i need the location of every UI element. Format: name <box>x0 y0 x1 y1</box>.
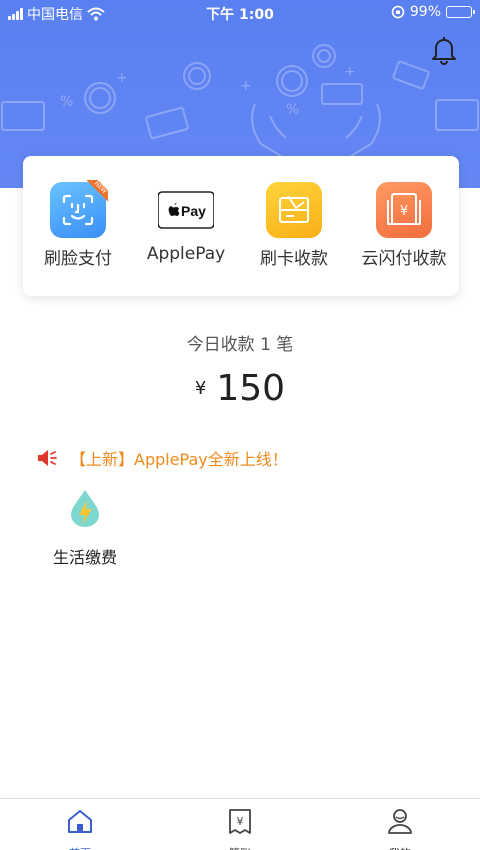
currency-symbol: ¥ <box>194 378 207 399</box>
svg-text:¥: ¥ <box>237 815 244 828</box>
today-receipts-label: 今日收款 1 笔 <box>186 335 294 355</box>
amount-value: 150 <box>216 368 286 409</box>
svg-text:%: % <box>60 94 73 110</box>
bell-icon[interactable] <box>430 34 458 66</box>
tab-profile[interactable]: 我的 <box>360 807 440 850</box>
ledger-icon: ¥ <box>229 809 251 834</box>
card-swipe-icon <box>266 182 322 238</box>
tab-ledger-label: 管账 <box>200 845 280 850</box>
svg-text:+: + <box>116 70 128 86</box>
utility-bill-label: 生活缴费 <box>52 548 117 567</box>
announcement-text: 【上新】ApplePay全新上线！ <box>70 450 288 469</box>
orientation-lock-icon <box>391 5 405 19</box>
apple-pay-icon: Pay <box>157 182 215 238</box>
apple-pay-button[interactable]: Pay ApplePay <box>131 182 241 282</box>
svg-text:¥: ¥ <box>400 204 408 219</box>
yun-flash-pay-icon: ¥ <box>376 182 432 238</box>
tab-home[interactable]: 首页 <box>40 807 120 850</box>
profile-icon <box>388 809 412 834</box>
utility-bill-button[interactable]: 生活缴费 <box>40 488 130 568</box>
tab-home-label: 首页 <box>40 845 120 850</box>
new-badge: NEW <box>82 180 108 206</box>
bottom-tab-bar: 首页 ¥ 管账 我的 <box>0 798 480 850</box>
battery-percent: 99% <box>409 4 441 20</box>
today-amount: ¥150 <box>0 368 480 409</box>
yun-flash-pay-button[interactable]: ¥ 云闪付收款 <box>349 182 459 282</box>
payment-functions-card: NEW 刷脸支付 Pay ApplePay 刷卡收款 ¥ 云闪付收款 <box>23 156 459 296</box>
card-swipe-button[interactable]: 刷卡收款 <box>239 182 349 282</box>
card-swipe-label: 刷卡收款 <box>260 249 328 269</box>
svg-text:+: + <box>344 64 356 80</box>
apple-pay-label: ApplePay <box>146 244 226 264</box>
home-icon <box>68 810 92 833</box>
tab-ledger[interactable]: ¥ 管账 <box>200 807 280 850</box>
svg-text:Pay: Pay <box>181 203 206 219</box>
battery-icon <box>446 6 475 18</box>
face-pay-label: 刷脸支付 <box>44 249 112 269</box>
status-bar: 中国电信 下午 1:00 99% <box>0 0 480 26</box>
svg-text:%: % <box>286 102 299 118</box>
yun-flash-pay-label: 云闪付收款 <box>361 249 447 269</box>
face-id-icon: NEW <box>50 180 108 238</box>
svg-text:+: + <box>240 78 252 94</box>
face-pay-button[interactable]: NEW 刷脸支付 <box>23 180 133 282</box>
announcement[interactable]: 【上新】ApplePay全新上线！ <box>36 446 288 470</box>
speaker-icon <box>38 450 57 466</box>
utility-bill-icon <box>71 490 99 527</box>
tab-profile-label: 我的 <box>360 845 440 850</box>
